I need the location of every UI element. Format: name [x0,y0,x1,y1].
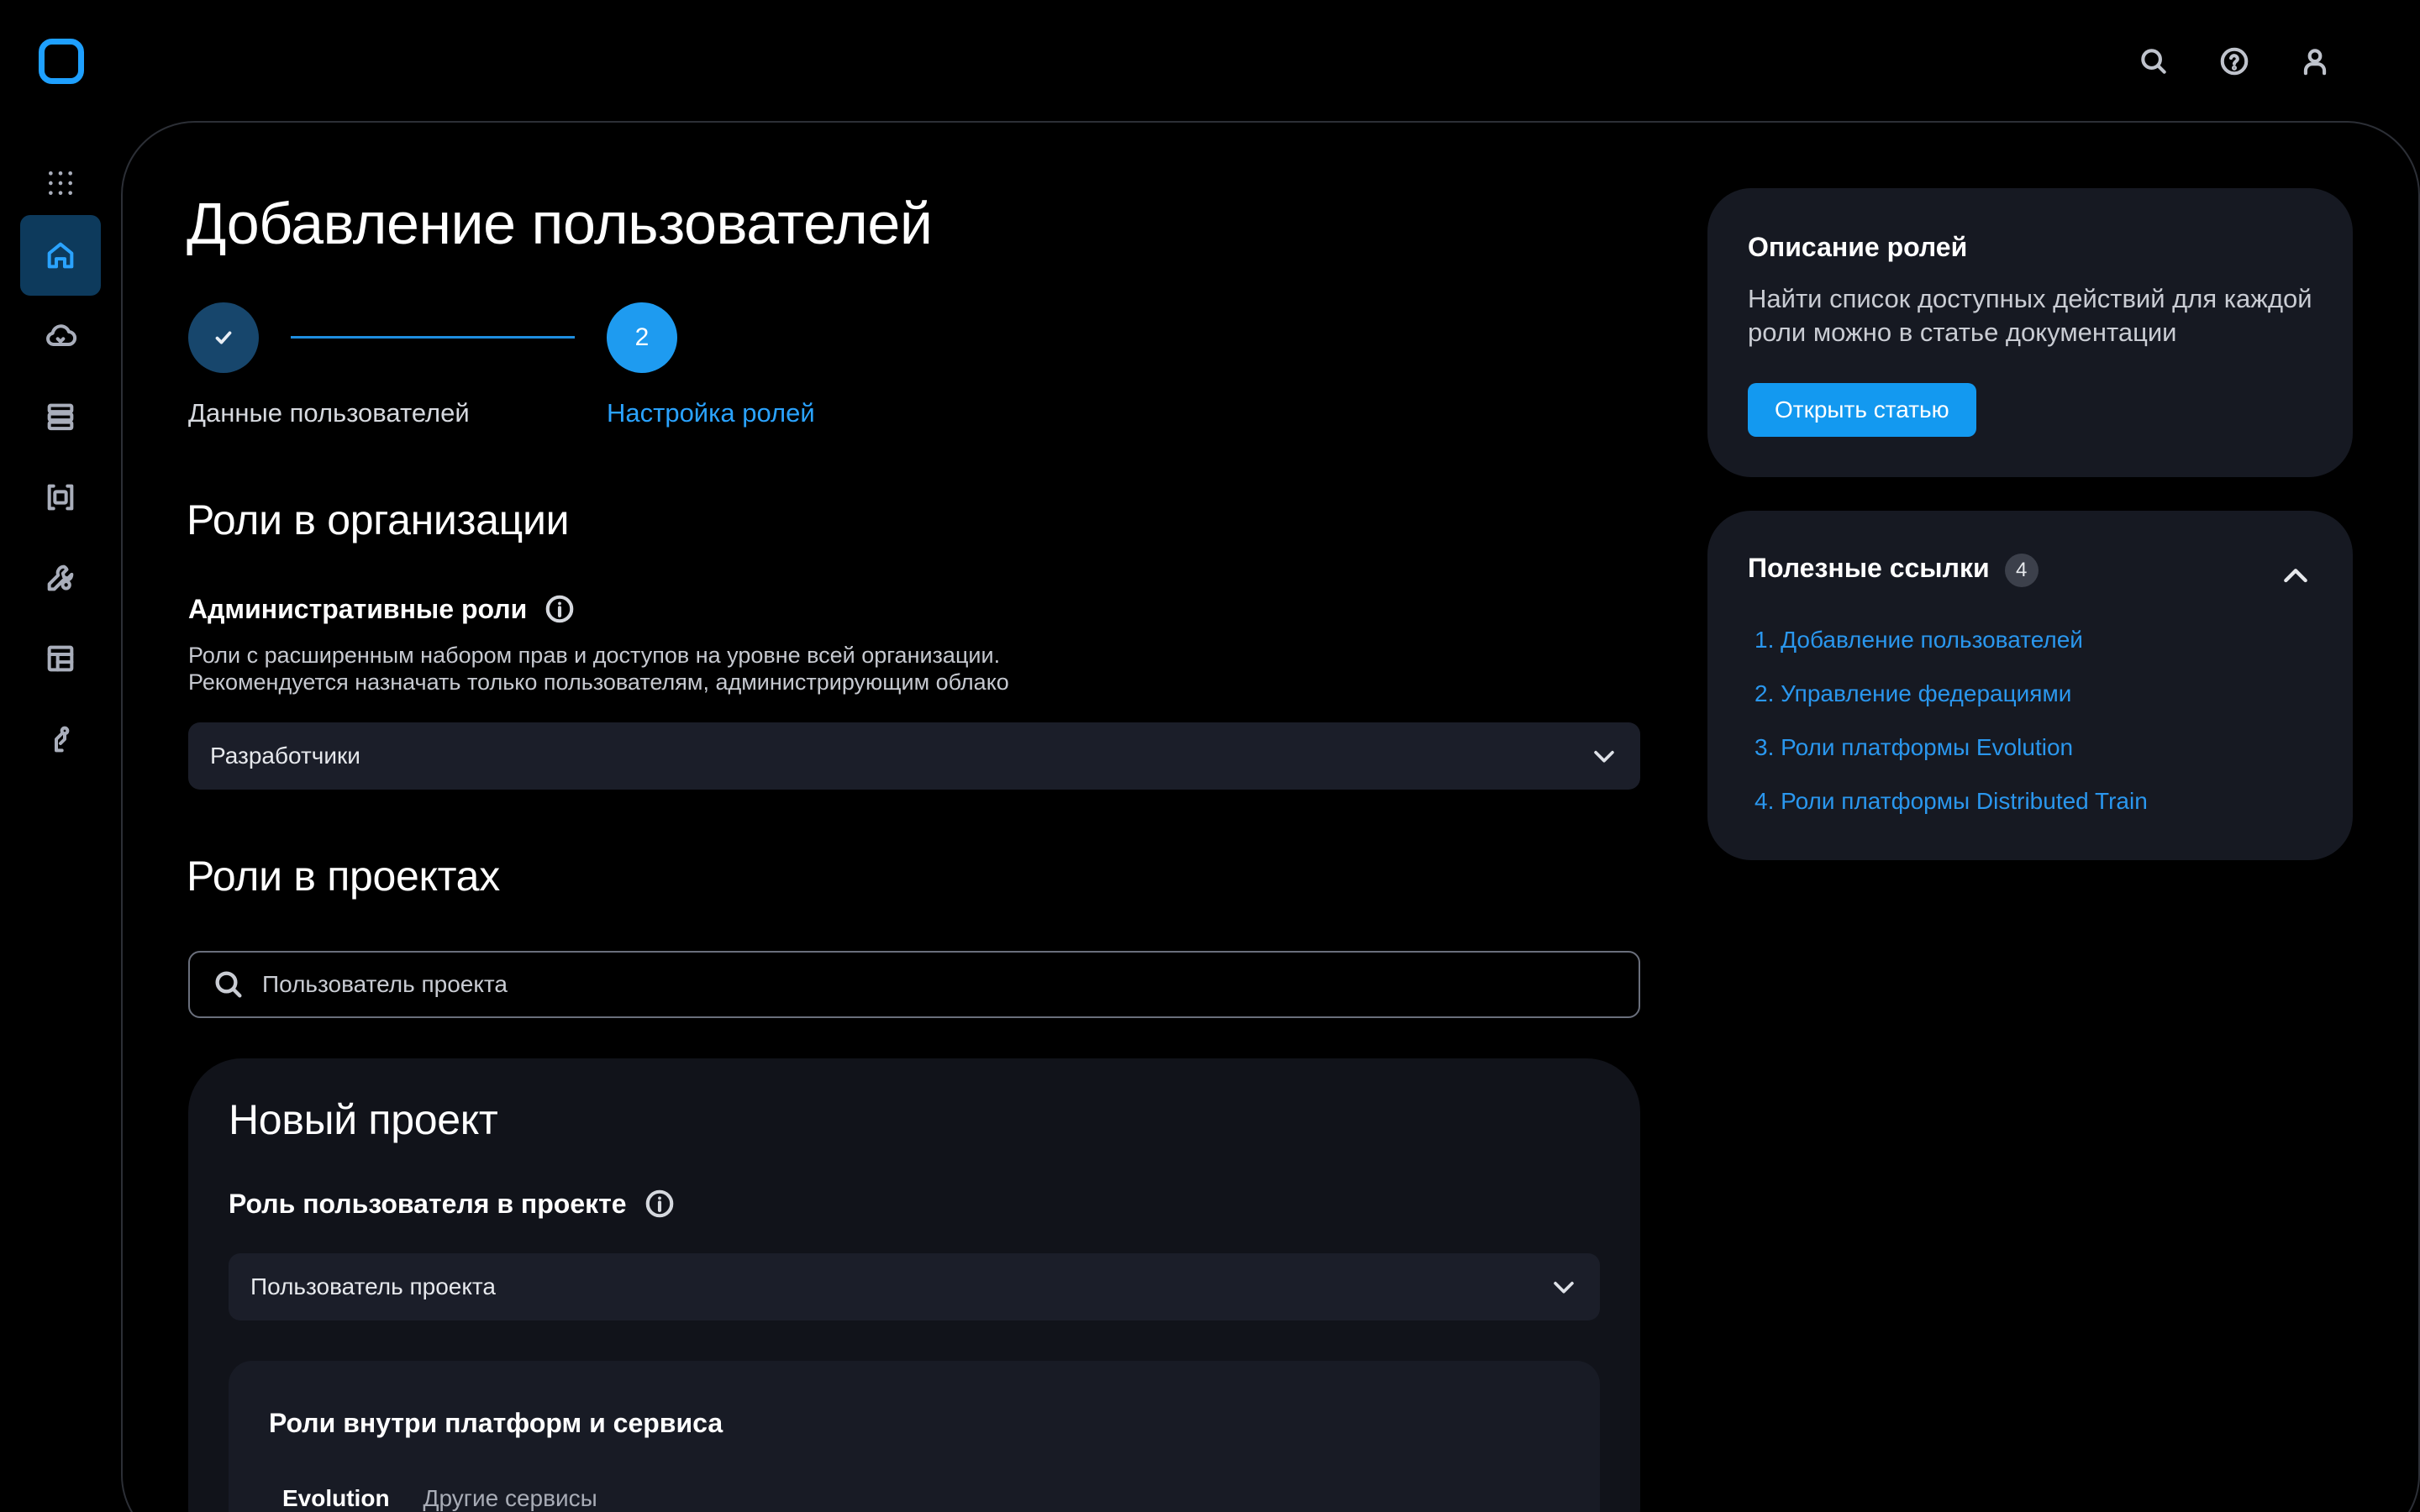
step-2-current[interactable]: 2 [607,302,677,373]
collapse-button[interactable] [2279,559,2312,593]
platform-tabs: Evolution Другие сервисы [282,1485,597,1512]
project-roles-title: Роли в проектах [187,853,500,900]
chevron-down-icon [1554,1281,1574,1294]
useful-links-title: Полезные ссылки [1748,553,1990,583]
description-line-1: Роли с расширенным набором прав и доступ… [188,643,1001,668]
home-icon[interactable] [20,215,101,296]
step-1-label[interactable]: Данные пользователей [188,398,470,428]
app-logo[interactable] [39,39,84,84]
description-line-2: Рекомендуется назначать только пользоват… [188,669,1009,695]
link-item[interactable]: 4. Роли платформы Distributed Train [1754,786,2148,840]
page-title: Добавление пользователей [187,191,933,256]
project-role-label: Роль пользователя в проекте [229,1188,627,1219]
link-item[interactable]: 1. Добавление пользователей [1754,625,2148,679]
stepper-connector [291,336,575,339]
project-role-select[interactable]: Пользователь проекта [229,1253,1600,1320]
project-search-input[interactable] [262,971,1523,998]
user-icon[interactable] [2294,40,2336,82]
roles-info-text: Найти список доступных действий для кажд… [1748,284,2312,347]
chevron-up-icon [2284,569,2307,583]
project-card-title: Новый проект [229,1096,498,1143]
useful-links-list: 1. Добавление пользователей 2. Управлени… [1754,625,2148,840]
apps-grid-icon[interactable] [20,143,101,223]
step-1-completed[interactable] [188,302,259,373]
project-search[interactable] [188,951,1640,1018]
link-item[interactable]: 3. Роли платформы Evolution [1754,732,2148,786]
tools-icon[interactable] [20,538,101,618]
check-icon [215,331,232,344]
info-icon[interactable] [544,593,576,625]
tab-other-services[interactable]: Другие сервисы [424,1485,597,1512]
search-icon[interactable] [2133,40,2175,82]
roles-info-card: Описание ролей Найти список доступных де… [1707,188,2353,477]
link-item[interactable]: 2. Управление федерациями [1754,679,2148,732]
project-role-select-value: Пользователь проекта [250,1273,497,1299]
robot-arm-icon[interactable] [20,699,101,780]
roles-info-title: Описание ролей [1748,232,1968,262]
search-icon [215,971,242,998]
project-role-heading: Роль пользователя в проекте [229,1188,676,1220]
step-2-label[interactable]: Настройка ролей [607,398,815,428]
cloud-icon[interactable] [20,296,101,376]
chevron-down-icon [1594,750,1614,763]
info-icon[interactable] [644,1188,676,1220]
useful-links-heading: Полезные ссылки 4 [1748,553,2039,587]
container-icon[interactable] [20,457,101,538]
org-roles-title: Роли в организации [187,496,570,543]
tab-evolution[interactable]: Evolution [282,1485,390,1512]
platform-roles-title: Роли внутри платформ и сервиса [269,1408,723,1438]
help-icon[interactable] [2213,40,2255,82]
new-project-card: Новый проект Роль пользователя в проекте… [188,1058,1640,1512]
layout-icon[interactable] [20,618,101,699]
useful-links-card: Полезные ссылки 4 1. Добавление пользоват… [1707,511,2353,860]
server-stack-icon[interactable] [20,376,101,457]
header-actions [2133,40,2336,82]
open-article-button[interactable]: Открыть статью [1748,383,1976,437]
admin-roles-select-value: Разработчики [210,743,360,769]
platform-roles-card: Роли внутри платформ и сервиса Evolution… [229,1361,1600,1512]
admin-roles-title: Административные роли [188,593,528,624]
admin-roles-heading: Административные роли [188,593,576,625]
links-count-badge: 4 [2004,553,2039,587]
admin-roles-description: Роли с расширенным набором прав и доступ… [188,642,1009,696]
admin-roles-select[interactable]: Разработчики [188,722,1640,790]
